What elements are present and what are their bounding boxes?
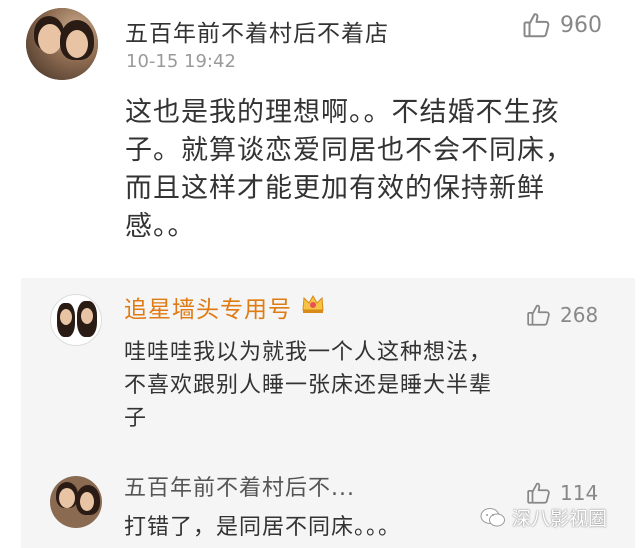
thumbs-up-icon — [527, 482, 550, 504]
avatar[interactable] — [50, 476, 102, 528]
like-button[interactable]: 268 — [526, 302, 598, 328]
comment-timestamp: 10-15 19:42 — [126, 51, 236, 72]
like-button[interactable]: 114 — [526, 480, 598, 506]
crown-icon — [300, 291, 326, 323]
like-button[interactable]: 960 — [522, 10, 602, 40]
avatar[interactable] — [26, 8, 98, 80]
comment-text: 这也是我的理想啊。。不结婚不生孩 子。就算谈恋爱同居也不会不同床， 而且这样才能… — [125, 97, 573, 242]
watermark: 深八影视圈 — [480, 504, 607, 531]
reply-author-name[interactable]: 追星墙头专用号 — [124, 290, 292, 324]
thumbs-up-icon — [523, 13, 550, 38]
watermark-text: 深八影视圈 — [512, 508, 608, 530]
thumbs-up-icon — [527, 304, 550, 326]
comment-author[interactable]: 五百年前不着村后不着店 — [125, 14, 389, 48]
avatar[interactable] — [50, 294, 102, 346]
like-count: 114 — [560, 481, 599, 505]
wechat-icon — [480, 507, 505, 526]
like-count: 268 — [560, 303, 599, 327]
reply-text: 打错了，是同居不同床。。。 — [124, 515, 402, 540]
like-count: 960 — [560, 12, 602, 38]
reply-author[interactable]: 五百年前不着村后不... — [124, 470, 355, 502]
reply-author[interactable]: 追星墙头专用号 — [124, 290, 326, 324]
reply-text: 哇哇哇我以为就我一个人这种想法， 不喜欢跟别人睡一张床还是睡大半辈 子 — [124, 340, 493, 431]
main-comment: 五百年前不着村后不着店 10-15 19:42 960 这也是我的理想啊。。不结… — [0, 0, 640, 278]
